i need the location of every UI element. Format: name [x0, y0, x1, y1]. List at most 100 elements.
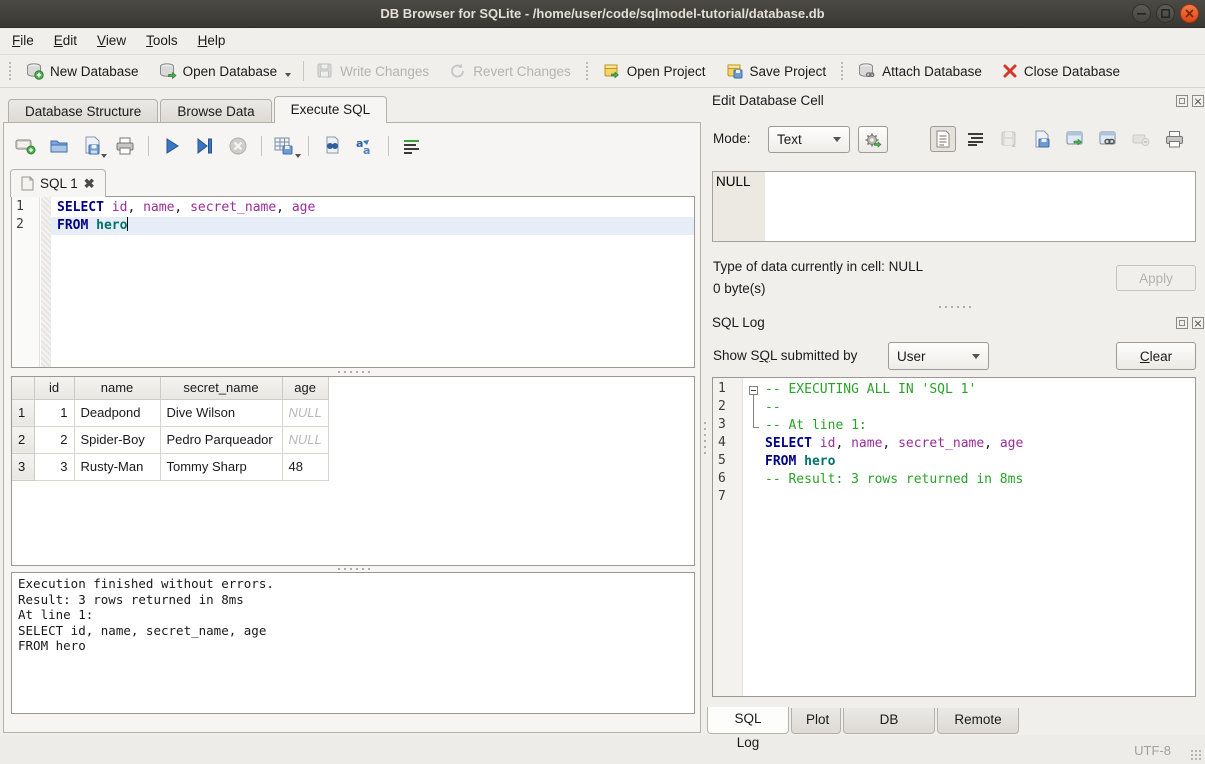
- encoding-indicator[interactable]: UTF-8: [1134, 743, 1171, 758]
- open-sql-tab-button[interactable]: [14, 134, 38, 158]
- close-button[interactable]: [1180, 4, 1199, 23]
- message-line: Result: 3 rows returned in 8ms: [18, 592, 688, 608]
- write-changes-button[interactable]: Write Changes: [306, 58, 439, 85]
- tab-execute-sql[interactable]: Execute SQL: [274, 96, 388, 123]
- menu-help[interactable]: Help: [188, 28, 236, 54]
- fold-marker-icon[interactable]: [749, 386, 758, 395]
- toolbar-grip[interactable]: [840, 61, 844, 81]
- close-database-button[interactable]: Close Database: [992, 58, 1130, 85]
- cell-age[interactable]: NULL: [282, 399, 328, 426]
- cell-age[interactable]: 48: [282, 453, 328, 480]
- column-header-age[interactable]: age: [282, 377, 328, 399]
- cell-secret-name[interactable]: Pedro Parqueador: [160, 426, 282, 453]
- corner-header[interactable]: [12, 377, 34, 399]
- column-header-secret-name[interactable]: secret_name: [160, 377, 282, 399]
- open-project-button[interactable]: Open Project: [593, 58, 716, 85]
- line-number: 1: [718, 381, 738, 396]
- menu-view[interactable]: View: [87, 28, 136, 54]
- resize-grip[interactable]: [1190, 749, 1202, 761]
- execute-line-button[interactable]: [193, 134, 217, 158]
- set-null-button[interactable]: [1128, 126, 1154, 152]
- row-header[interactable]: 1: [12, 399, 34, 426]
- bottom-tab-sql-log[interactable]: SQL Log: [707, 707, 789, 734]
- horizontal-splitter[interactable]: [336, 370, 370, 374]
- horizontal-splitter[interactable]: [937, 305, 971, 309]
- vertical-splitter[interactable]: [703, 420, 707, 454]
- line-number: 5: [718, 453, 738, 468]
- cell-secret-name[interactable]: Tommy Sharp: [160, 453, 282, 480]
- save-sql-file-button[interactable]: [80, 134, 104, 158]
- open-database-button[interactable]: Open Database: [149, 58, 302, 85]
- print-cell-button[interactable]: [1161, 126, 1187, 152]
- clear-log-button[interactable]: Clear: [1116, 342, 1196, 370]
- cell-value-editor[interactable]: NULL: [712, 171, 1196, 242]
- menu-tools[interactable]: Tools: [136, 28, 188, 54]
- toolbar-grip[interactable]: [8, 61, 12, 81]
- open-external-button[interactable]: [1062, 126, 1088, 152]
- dock-close-button[interactable]: [1192, 95, 1204, 107]
- auto-switch-mode-button[interactable]: [858, 126, 888, 153]
- column-header-id[interactable]: id: [34, 377, 74, 399]
- dock-float-button[interactable]: [1176, 95, 1188, 107]
- bottom-tab-remote[interactable]: Remote: [937, 708, 1019, 734]
- save-project-button[interactable]: Save Project: [716, 58, 837, 85]
- cell-id[interactable]: 3: [34, 453, 74, 480]
- message-line: At line 1:: [18, 607, 688, 623]
- sql-log-view[interactable]: 1 2 3 4 5 6 7 -- EXECUTING ALL IN 'SQL 1…: [712, 377, 1196, 697]
- text-mode-button[interactable]: [930, 126, 956, 152]
- cell-id[interactable]: 2: [34, 426, 74, 453]
- sql-log-filter-select[interactable]: User: [888, 342, 989, 370]
- cell-name[interactable]: Rusty-Man: [74, 453, 160, 480]
- mode-select[interactable]: Text: [768, 126, 850, 153]
- menu-file[interactable]: File: [2, 28, 44, 54]
- cell-secret-name[interactable]: Dive Wilson: [160, 399, 282, 426]
- bottom-tab-db-schema[interactable]: DB Schema: [843, 708, 935, 734]
- close-sql-tab-icon[interactable]: ✖: [84, 176, 95, 192]
- link-icon: [1099, 131, 1118, 148]
- cell-name[interactable]: Spider-Boy: [74, 426, 160, 453]
- save-file-dropdown-icon[interactable]: [101, 154, 107, 158]
- attach-database-button[interactable]: Attach Database: [848, 58, 992, 85]
- dock-float-button[interactable]: [1176, 317, 1188, 329]
- tab-database-structure[interactable]: Database Structure: [8, 99, 158, 123]
- execute-all-button[interactable]: [160, 134, 184, 158]
- table-row: 1 1 Deadpond Dive Wilson NULL: [12, 399, 328, 426]
- word-wrap-button[interactable]: [400, 134, 424, 158]
- minimize-button[interactable]: [1132, 4, 1151, 23]
- cell-id[interactable]: 1: [34, 399, 74, 426]
- row-header[interactable]: 2: [12, 426, 34, 453]
- maximize-button[interactable]: [1156, 4, 1175, 23]
- open-sql-file-button[interactable]: [47, 134, 71, 158]
- menu-edit[interactable]: Edit: [44, 28, 87, 54]
- cell-name[interactable]: Deadpond: [74, 399, 160, 426]
- cell-editor-toolbar: [930, 126, 1187, 152]
- cell-age[interactable]: NULL: [282, 426, 328, 453]
- export-data-button[interactable]: [1029, 126, 1055, 152]
- horizontal-splitter[interactable]: [336, 567, 370, 571]
- apply-button[interactable]: Apply: [1116, 265, 1196, 291]
- new-database-button[interactable]: New Database: [16, 58, 149, 85]
- play-to-line-icon: [195, 137, 215, 155]
- sql-editor[interactable]: 1 2 SELECT id, name, secret_name, age FR…: [11, 196, 695, 368]
- print-sql-button[interactable]: [113, 134, 137, 158]
- import-data-button[interactable]: [996, 126, 1022, 152]
- column-header-name[interactable]: name: [74, 377, 160, 399]
- tab-browse-data[interactable]: Browse Data: [160, 99, 271, 123]
- stop-execution-button[interactable]: [226, 134, 250, 158]
- log-line: --: [765, 399, 1195, 417]
- copy-link-button[interactable]: [1095, 126, 1121, 152]
- format-sql-button[interactable]: aa: [353, 134, 377, 158]
- save-results-dropdown-icon[interactable]: [295, 154, 301, 158]
- print-icon: [115, 136, 135, 156]
- save-results-button[interactable]: [273, 134, 297, 158]
- bottom-tab-plot[interactable]: Plot: [791, 708, 841, 734]
- word-wrap-button[interactable]: [963, 126, 989, 152]
- close-database-icon: [1002, 63, 1018, 79]
- dock-close-button[interactable]: [1192, 317, 1204, 329]
- sql-1-tab[interactable]: SQL 1 ✖: [10, 169, 106, 197]
- find-button[interactable]: [320, 134, 344, 158]
- revert-changes-button[interactable]: Revert Changes: [439, 58, 581, 85]
- toolbar-grip[interactable]: [585, 61, 589, 81]
- open-database-dropdown-icon[interactable]: [285, 73, 291, 77]
- row-header[interactable]: 3: [12, 453, 34, 480]
